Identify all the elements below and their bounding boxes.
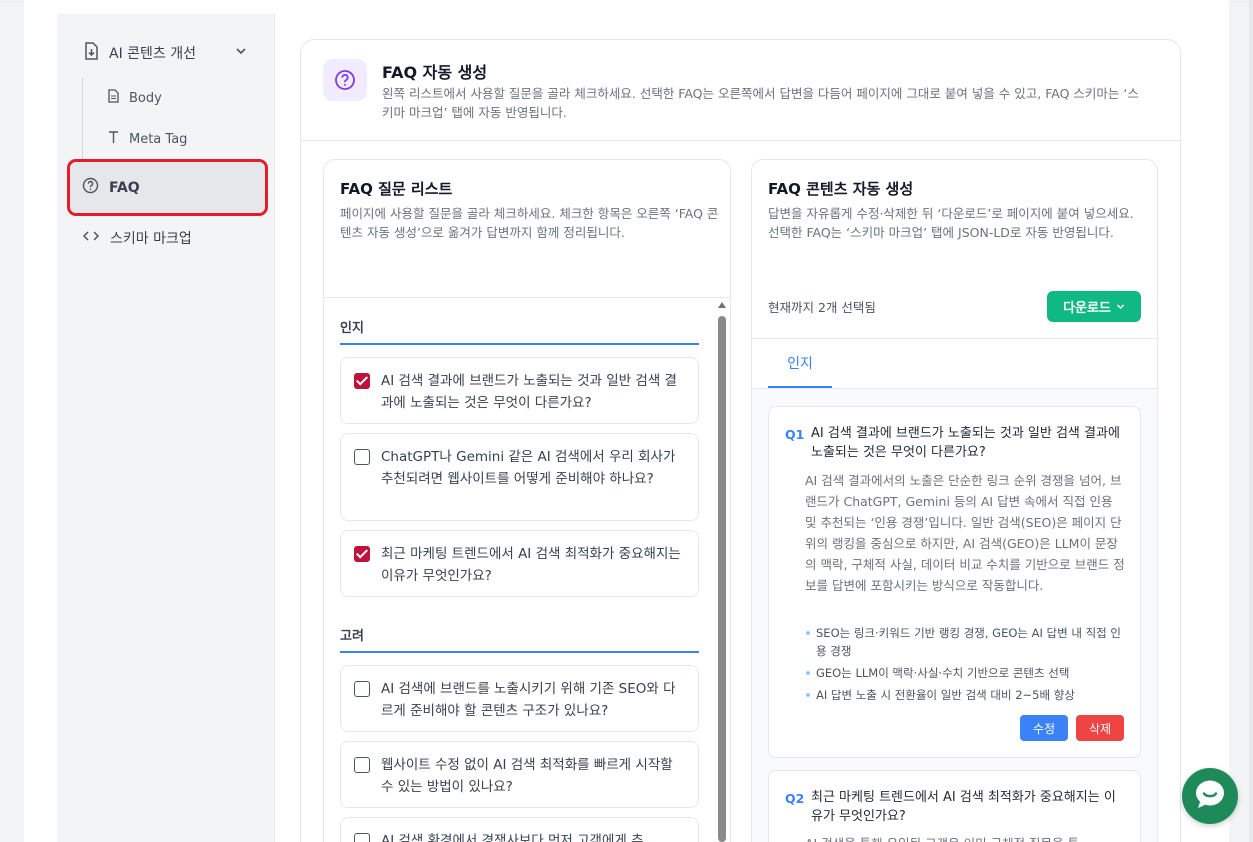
faq-bullet: GEO는 LLM이 맥락·사실·수치 기반으로 콘텐츠 선택 <box>805 664 1127 682</box>
question-item[interactable]: AI 검색 환경에서 경쟁사보다 먼저 고객에게 추 <box>340 817 699 842</box>
faq-question: AI 검색 결과에 브랜드가 노출되는 것과 일반 검색 결과에 노출되는 것은… <box>811 426 1120 460</box>
question-checkbox[interactable] <box>354 757 370 773</box>
divider <box>324 297 730 298</box>
question-item[interactable]: AI 검색에 브랜드를 노출시키기 위해 기존 SEO와 다르게 준비해야 할 … <box>340 665 699 732</box>
faq-answer[interactable]: AI 검색을 통해 유입된 고객은 이미 구체적 질문을 통 <box>805 833 1127 842</box>
page-title: FAQ 자동 생성 <box>382 63 488 82</box>
question-item[interactable]: ChatGPT나 Gemini 같은 AI 검색에서 우리 회사가 추천되려면 … <box>340 433 699 521</box>
question-item[interactable]: 최근 마케팅 트렌드에서 AI 검색 최적화가 중요해지는 이유가 무엇인가요? <box>340 530 699 597</box>
sidebar-item-label: Body <box>129 90 162 106</box>
category-heading: 인지 <box>340 321 364 336</box>
question-text: AI 검색 결과에 브랜드가 노출되는 것과 일반 검색 결과에 노출되는 것은… <box>381 373 677 411</box>
faq-card: Q2 최근 마케팅 트렌드에서 AI 검색 최적화가 중요해지는 이유가 무엇인… <box>768 770 1141 842</box>
right-scrollbar-edge <box>1249 0 1253 842</box>
description-line: 답변을 자유롭게 수정·삭제한 뒤 ‘다운로드’로 페이지에 붙여 넣으세요. <box>768 206 1134 221</box>
question-item[interactable]: AI 검색 결과에 브랜드가 노출되는 것과 일반 검색 결과에 노출되는 것은… <box>340 357 699 424</box>
page-description: 왼쪽 리스트에서 사용할 질문을 골라 체크하세요. 선택한 FAQ는 오른쪽에… <box>382 86 1139 120</box>
category-underline <box>340 343 699 345</box>
question-checkbox[interactable] <box>354 373 370 389</box>
question-checkbox[interactable] <box>354 449 370 465</box>
scroll-up-arrow-icon[interactable] <box>718 302 726 308</box>
sidebar-group-label: AI 콘텐츠 개선 <box>109 46 197 62</box>
chat-bubble-icon <box>1193 778 1227 814</box>
divider <box>301 140 1180 141</box>
question-list-description: 페이지에 사용할 질문을 골라 체크하세요. 체크한 항목은 오른쪽 ‘FAQ … <box>340 206 719 240</box>
category-heading: 고려 <box>340 629 364 644</box>
selected-count: 현재까지 2개 선택됨 <box>768 300 876 315</box>
download-label: 다운로드 <box>1063 301 1111 316</box>
annotation-highlight-box <box>67 159 268 216</box>
edit-button[interactable]: 수정 <box>1020 715 1068 741</box>
tab-awareness[interactable]: 인지 <box>768 340 832 388</box>
sidebar-item-meta-tag[interactable]: Meta Tag <box>107 130 187 148</box>
download-button[interactable]: 다운로드 <box>1047 291 1141 322</box>
chat-widget-button[interactable] <box>1182 768 1238 824</box>
question-item[interactable]: 웹사이트 수정 없이 AI 검색 최적화를 빠르게 시작할 수 있는 방법이 있… <box>340 741 699 808</box>
faq-bullet-list: SEO는 링크·키워드 기반 랭킹 경쟁, GEO는 AI 답변 내 직접 인용… <box>805 624 1127 708</box>
content-panel-title: FAQ 콘텐츠 자동 생성 <box>768 180 914 198</box>
question-checkbox[interactable] <box>354 546 370 562</box>
code-icon <box>82 229 100 247</box>
category-underline <box>340 651 699 653</box>
document-download-icon <box>83 42 99 64</box>
faq-question: 최근 마케팅 트렌드에서 AI 검색 최적화가 중요해지는 이유가 무엇인가요? <box>811 790 1116 824</box>
faq-bullet: AI 답변 노출 시 전환율이 일반 검색 대비 2~5배 향상 <box>805 686 1127 704</box>
chevron-down-icon <box>1116 302 1125 311</box>
faq-header-icon <box>323 59 367 101</box>
description-line: 선택한 FAQ는 ‘스키마 마크업’ 탭에 JSON-LD로 자동 반영됩니다. <box>768 225 1114 240</box>
divider <box>752 338 1157 339</box>
question-checkbox[interactable] <box>354 681 370 697</box>
faq-card: Q1 AI 검색 결과에 브랜드가 노출되는 것과 일반 검색 결과에 노출되는… <box>768 406 1141 758</box>
content-panel-description: 답변을 자유롭게 수정·삭제한 뒤 ‘다운로드’로 페이지에 붙여 넣으세요. … <box>768 204 1138 242</box>
faq-bullet: SEO는 링크·키워드 기반 랭킹 경쟁, GEO는 AI 답변 내 직접 인용… <box>805 624 1127 660</box>
question-text: AI 검색 환경에서 경쟁사보다 먼저 고객에게 추 <box>381 833 644 842</box>
question-text: AI 검색에 브랜드를 노출시키기 위해 기존 SEO와 다르게 준비해야 할 … <box>381 681 676 719</box>
sidebar-group-ai-content[interactable]: AI 콘텐츠 개선 <box>83 42 253 64</box>
text-icon <box>107 130 120 148</box>
faq-answer[interactable]: AI 검색 결과에서의 노출은 단순한 링크 순위 경쟁을 넘어, 브랜드가 C… <box>805 470 1127 596</box>
faq-number: Q1 <box>785 427 805 442</box>
delete-button[interactable]: 삭제 <box>1076 715 1124 741</box>
question-checkbox[interactable] <box>354 833 370 842</box>
sidebar-item-label: 스키마 마크업 <box>110 231 192 247</box>
sidebar-item-schema[interactable]: 스키마 마크업 <box>82 228 192 248</box>
faq-number: Q2 <box>785 791 805 806</box>
sidebar-tree-line <box>82 78 83 162</box>
sidebar-item-label: Meta Tag <box>129 131 188 147</box>
sidebar-item-body[interactable]: Body <box>107 89 162 107</box>
document-icon <box>107 89 120 107</box>
question-text: ChatGPT나 Gemini 같은 AI 검색에서 우리 회사가 추천되려면 … <box>381 449 676 487</box>
question-text: 웹사이트 수정 없이 AI 검색 최적화를 빠르게 시작할 수 있는 방법이 있… <box>381 757 673 795</box>
scrollbar-thumb[interactable] <box>718 316 726 842</box>
question-text: 최근 마케팅 트렌드에서 AI 검색 최적화가 중요해지는 이유가 무엇인가요? <box>381 546 681 584</box>
question-list-title: FAQ 질문 리스트 <box>340 180 453 198</box>
chevron-down-icon[interactable] <box>235 45 247 61</box>
